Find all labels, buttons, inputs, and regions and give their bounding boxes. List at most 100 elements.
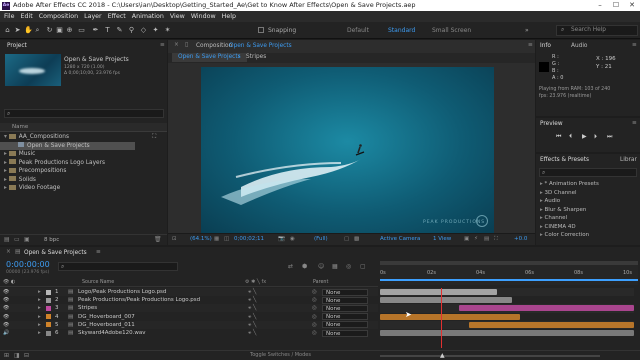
layer-duration-bar[interactable] (380, 313, 520, 320)
visibility-eye-icon[interactable]: 👁 (3, 321, 9, 329)
parent-pickwhip-icon[interactable]: ◎ (312, 313, 317, 321)
timeline-icon[interactable]: ▤ (484, 236, 489, 242)
draft-3d-icon[interactable]: ⬢ (302, 263, 307, 270)
visibility-eye-icon[interactable]: 👁 (3, 296, 9, 304)
fast-previews-icon[interactable]: ⚡ (474, 236, 478, 242)
toggle-pixel-icon[interactable]: ▣ (464, 236, 469, 242)
type-tool-icon[interactable]: T (104, 26, 111, 34)
menu-layer[interactable]: Layer (84, 13, 102, 20)
show-channel-icon[interactable]: ◉ (290, 236, 295, 242)
parent-dropdown[interactable]: None (322, 304, 368, 312)
comp-mini-flowchart-icon[interactable]: ⇄ (288, 263, 293, 270)
resolution-dropdown[interactable]: (Full) (314, 236, 328, 242)
layer-row[interactable]: 👁 ▸ 5 ▤ DG_Hoverboard_011 ⚹ ╲ ◎ None (0, 320, 378, 329)
layer-label-color[interactable] (46, 305, 51, 311)
layer-switches-icon[interactable]: ⊞ (4, 352, 9, 359)
tab-audio[interactable]: Audio (571, 42, 587, 51)
grid-icon[interactable]: ▦ (214, 236, 219, 242)
parent-dropdown[interactable]: None (322, 329, 368, 337)
project-item-music[interactable]: ▸ Music (0, 150, 167, 159)
layer-duration-bar[interactable] (380, 289, 497, 295)
always-preview-icon[interactable]: ⊡ (172, 236, 177, 242)
timeline-tab-menu-icon[interactable]: ≡ (96, 248, 101, 257)
layer-switches-icon[interactable]: ⚹ ╲ (248, 296, 256, 304)
trash-icon[interactable]: 🗑 (154, 236, 162, 243)
timeline-tab[interactable]: Open & Save Projects (24, 249, 87, 258)
project-item-precompositions[interactable]: ▸ Precompositions (0, 167, 167, 176)
timeline-current-time[interactable]: 0:00:00:00 (6, 260, 50, 269)
project-item-open-save-projects[interactable]: Open & Save Projects (0, 141, 135, 150)
eraser-tool-icon[interactable]: ◇ (140, 26, 147, 34)
parent-dropdown[interactable]: None (322, 321, 368, 329)
timeline-zoom-slider[interactable] (380, 355, 600, 357)
layer-switches-icon[interactable]: ⚹ ╲ (248, 304, 256, 312)
transparency-grid-icon[interactable]: ▩ (354, 236, 359, 242)
new-folder-icon[interactable]: ▭ (14, 236, 20, 243)
project-panel-title[interactable]: Project (7, 42, 27, 51)
puppet-tool-icon[interactable]: ✶ (164, 26, 171, 34)
layer-row[interactable]: 👁 ▸ 1 ▤ Logo/Peak Productions Logo.psd ⚹ ╲ ◎ No… (0, 288, 378, 296)
composition-name[interactable]: Open & Save Projects (229, 42, 292, 51)
layer-duration-bar[interactable] (380, 297, 513, 304)
parent-dropdown[interactable]: None (322, 313, 368, 321)
menu-composition[interactable]: Composition (39, 13, 78, 20)
snapshot-icon[interactable]: 📷 (278, 236, 285, 242)
layer-name[interactable]: DG_Hoverboard_007 (78, 313, 135, 321)
parent-pickwhip-icon[interactable]: ◎ (312, 288, 317, 296)
project-search-input[interactable]: ⌕ (4, 109, 164, 118)
render-time-icon[interactable]: ⊟ (24, 352, 29, 359)
next-frame-icon[interactable]: ⏵ (594, 133, 597, 141)
time-ruler[interactable]: 0s 02s 04s 06s 08s 10s (380, 261, 638, 285)
layer-row[interactable]: 👁 ▸ 2 ▤ Peak Productions/Peak Productions Lo… (0, 296, 378, 305)
tab-stripes[interactable]: Stripes (246, 53, 266, 62)
audio-icon[interactable]: 🔊 (3, 329, 9, 337)
flowchart-icon[interactable]: ⛶ (494, 236, 498, 243)
menu-file[interactable]: File (4, 13, 15, 20)
menu-edit[interactable]: Edit (21, 13, 33, 20)
new-comp-icon[interactable]: ▣ (24, 236, 30, 243)
pen-tool-icon[interactable]: ✒ (92, 26, 99, 34)
selection-tool-icon[interactable]: ➤ (14, 26, 21, 34)
layer-row[interactable]: 👁 ▸ 4 ▤ DG_Hoverboard_007 ⚹ ╲ ◎ None (0, 312, 378, 321)
layer-expand-icon[interactable]: ▸ (38, 313, 41, 321)
lock-icon[interactable]: ▯ (185, 41, 188, 50)
name-column-header[interactable]: Name (12, 124, 28, 130)
layer-name[interactable]: Stripes (78, 304, 97, 312)
bpc-indicator[interactable]: 8 bpc (44, 237, 59, 243)
workspace-more-icon[interactable]: » (525, 27, 529, 34)
workspace-default[interactable]: Default (347, 27, 369, 34)
minimize-icon[interactable]: – (592, 0, 608, 11)
layer-expand-icon[interactable]: ▸ (38, 288, 41, 296)
camera-tool-icon[interactable]: ▣ (56, 26, 63, 34)
layer-duration-bar[interactable] (468, 321, 634, 328)
composition-viewer[interactable]: PEAK PRODUCTIONS (201, 67, 494, 233)
previous-frame-icon[interactable]: ⏴ (569, 133, 572, 141)
parent-dropdown[interactable]: None (322, 288, 368, 296)
search-help-input[interactable]: ⌕ Search Help (556, 25, 638, 36)
close-icon[interactable]: × (6, 248, 11, 257)
layer-row[interactable]: 🔊 ▸ 6 ▤ Skyward4Adobe120.wav ⚹ ╲ ◎ None (0, 329, 378, 337)
menu-effect[interactable]: Effect (108, 13, 126, 20)
source-name-header[interactable]: Source Name (82, 280, 114, 285)
layer-name[interactable]: Logo/Peak Productions Logo.psd (78, 288, 166, 296)
layer-switches-icon[interactable]: ⚹ ╲ (248, 288, 256, 296)
toggle-switches-modes[interactable]: Toggle Switches / Modes (250, 352, 311, 358)
layer-expand-icon[interactable]: ▸ (38, 329, 41, 337)
last-frame-icon[interactable]: ⏭ (607, 133, 612, 141)
project-item-solids[interactable]: ▸ Solids (0, 176, 167, 185)
effects-item[interactable]: ▸ Audio (536, 197, 640, 206)
exposure-value[interactable]: +0.0 (514, 236, 527, 242)
zoom-tool-icon[interactable]: ⌕ (34, 26, 41, 34)
project-item-logo-layers[interactable]: ▸ Peak Productions Logo Layers (0, 159, 167, 168)
motion-blur-icon[interactable]: ◎ (346, 263, 351, 270)
info-menu-icon[interactable]: ≡ (632, 41, 637, 50)
layer-switches-icon[interactable]: ⚹ ╲ (248, 321, 256, 329)
mask-visibility-icon[interactable]: ◫ (224, 236, 229, 242)
workspace-standard[interactable]: Standard (388, 27, 415, 34)
layer-expand-icon[interactable]: ▸ (38, 296, 41, 304)
camera-dropdown[interactable]: Active Camera (380, 236, 420, 242)
effects-item[interactable]: ▸ * Animation Presets (536, 180, 640, 189)
effects-item[interactable]: ▸ Channel (536, 214, 640, 223)
brush-tool-icon[interactable]: ✎ (116, 26, 123, 34)
views-dropdown[interactable]: 1 View (433, 236, 451, 242)
